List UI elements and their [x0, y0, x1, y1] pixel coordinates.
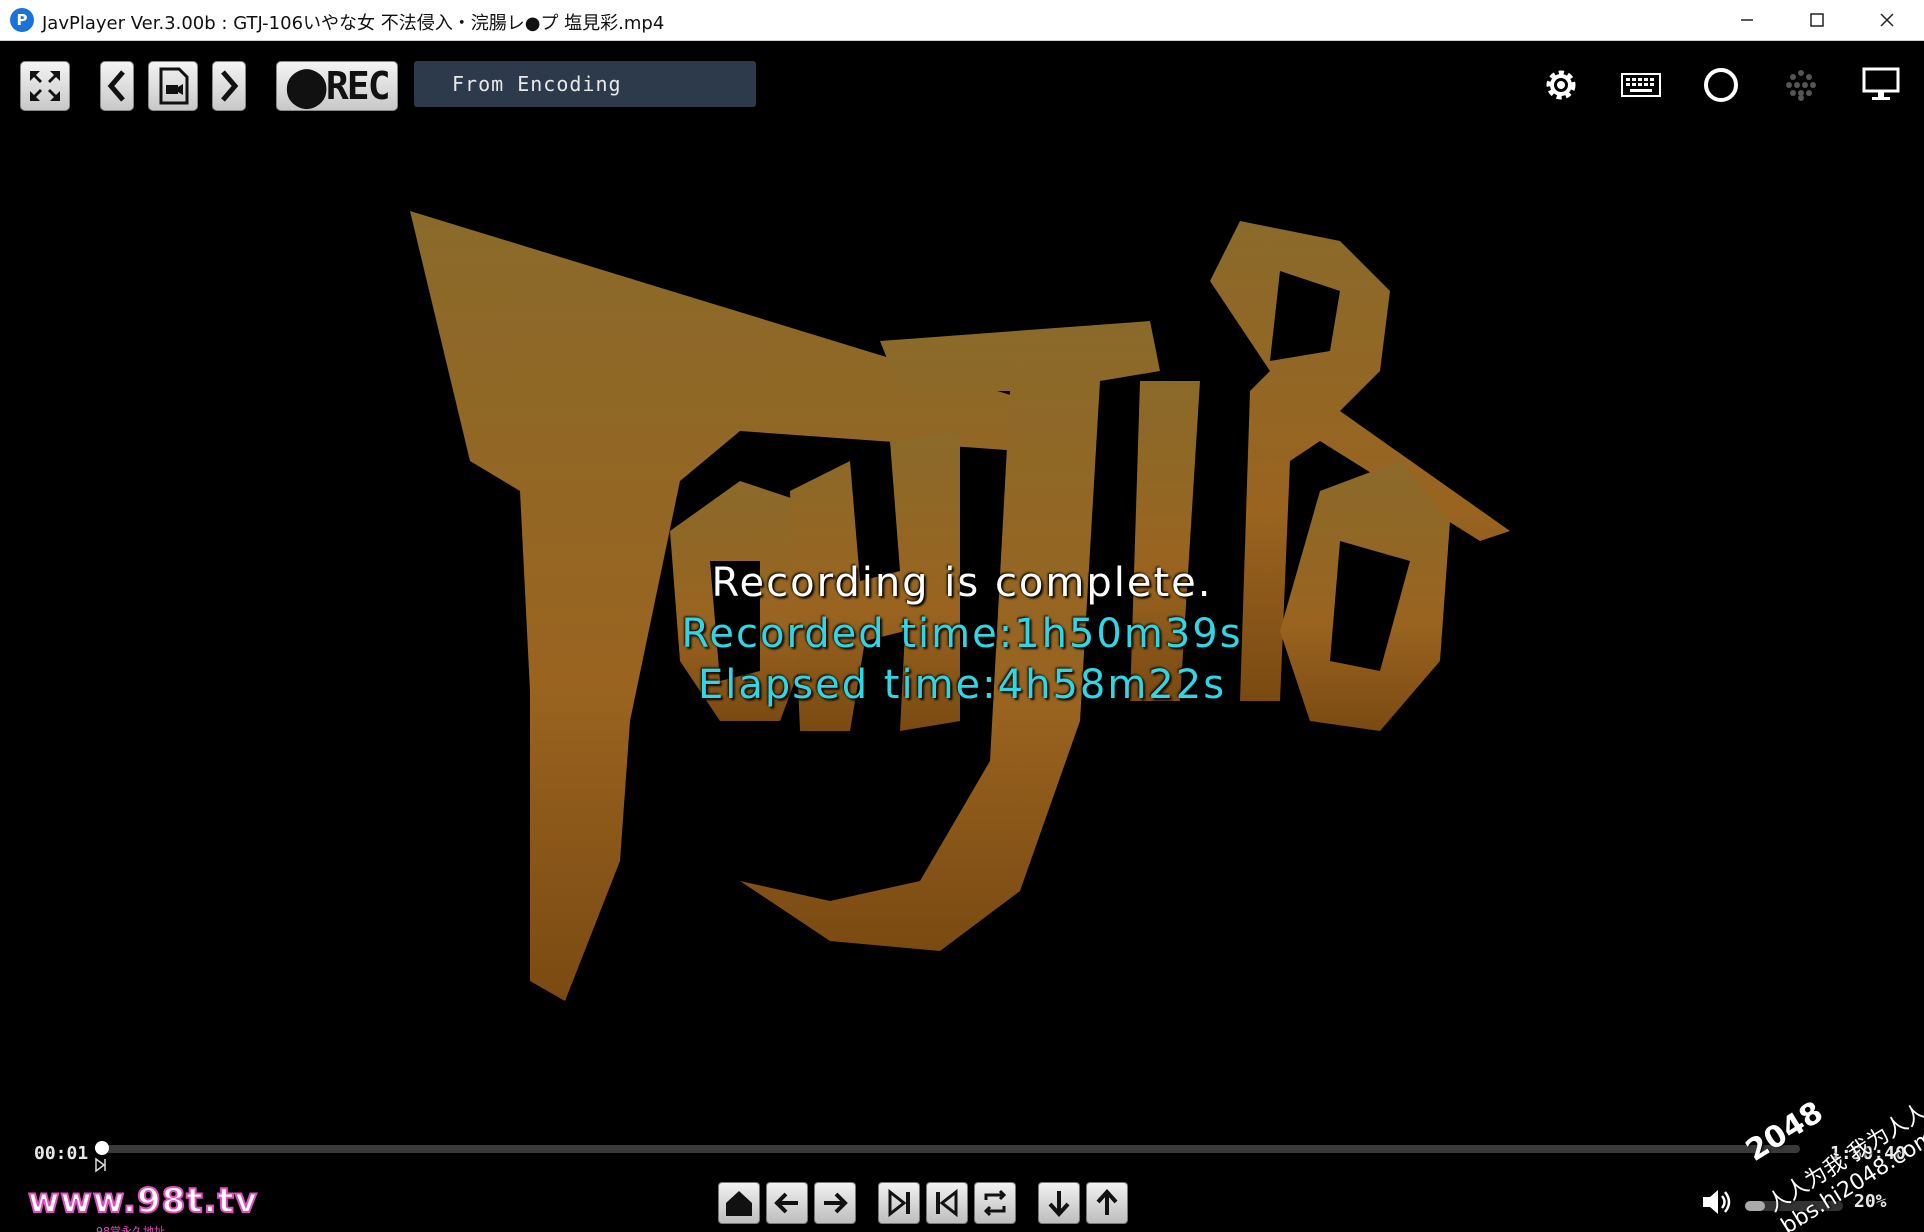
- fullscreen-button[interactable]: [20, 61, 70, 111]
- monitor-icon: [1862, 67, 1900, 100]
- arrow-down-icon: [1048, 1191, 1070, 1217]
- minimize-button[interactable]: [1712, 0, 1782, 40]
- seek-back-button[interactable]: [766, 1182, 808, 1224]
- home-icon: [726, 1191, 752, 1216]
- display-button[interactable]: [1853, 61, 1909, 109]
- move-up-button[interactable]: [1086, 1182, 1128, 1224]
- maximize-icon: [1810, 13, 1824, 27]
- seek-forward-button[interactable]: [814, 1182, 856, 1224]
- skip-next-button[interactable]: [878, 1182, 920, 1224]
- next-file-button[interactable]: [212, 61, 246, 111]
- fullscreen-icon: [30, 71, 60, 101]
- volume-icon[interactable]: [1700, 1187, 1734, 1217]
- move-down-button[interactable]: [1038, 1182, 1080, 1224]
- previous-file-button[interactable]: [100, 61, 134, 111]
- circle-button[interactable]: [1693, 61, 1749, 109]
- keyboard-button[interactable]: [1613, 61, 1669, 109]
- close-button[interactable]: [1852, 0, 1922, 40]
- maximize-button[interactable]: [1782, 0, 1852, 40]
- title-bar: P JavPlayer Ver.3.00b : GTJ-106いやな女 不法侵入…: [0, 0, 1924, 41]
- chevron-left-icon: [107, 70, 125, 102]
- skip-previous-icon: [936, 1188, 958, 1218]
- arrow-right-icon: [824, 1192, 848, 1214]
- app-icon: P: [10, 8, 34, 32]
- skip-next-icon: [888, 1188, 910, 1218]
- repeat-button[interactable]: [974, 1182, 1016, 1224]
- settings-icon: [1546, 70, 1576, 100]
- grid-dots-icon: [1786, 70, 1816, 101]
- elapsed-time-message: Elapsed time:4h58m22s: [697, 662, 1227, 708]
- home-button[interactable]: [718, 1182, 760, 1224]
- repeat-icon: [983, 1189, 1007, 1217]
- video-area[interactable]: ⬤REC From Encoding Recording is complete…: [0, 41, 1924, 1232]
- volume-slider-fill: [1745, 1201, 1765, 1211]
- chevron-right-icon: [221, 70, 239, 102]
- watermark-98t: www.98t.tv: [27, 1180, 258, 1222]
- watermark-98t-sub: 98堂永久地址: [96, 1225, 165, 1232]
- recording-complete-message: Recording is complete.: [711, 560, 1213, 606]
- circle-icon: [1704, 68, 1738, 102]
- grid-button[interactable]: [1773, 61, 1829, 109]
- window-title: JavPlayer Ver.3.00b : GTJ-106いやな女 不法侵入・浣…: [42, 13, 665, 34]
- rec-button[interactable]: ⬤REC: [276, 61, 398, 111]
- arrow-up-icon: [1096, 1189, 1118, 1215]
- marker-icon: [95, 1157, 106, 1173]
- encoding-source-selector[interactable]: From Encoding: [414, 61, 756, 107]
- arrow-left-icon: [774, 1192, 798, 1214]
- seek-bar-handle[interactable]: [94, 1141, 109, 1155]
- file-video-icon: [159, 67, 189, 105]
- settings-button[interactable]: [1533, 61, 1589, 109]
- current-time: 00:01: [34, 1143, 89, 1164]
- minimize-icon: [1741, 19, 1753, 21]
- close-icon: [1880, 13, 1894, 27]
- seek-bar[interactable]: [94, 1141, 1800, 1155]
- keyboard-icon: [1621, 73, 1661, 97]
- skip-previous-button[interactable]: [926, 1182, 968, 1224]
- recorded-time-message: Recorded time:1h50m39s: [681, 611, 1243, 657]
- open-file-button[interactable]: [148, 61, 198, 111]
